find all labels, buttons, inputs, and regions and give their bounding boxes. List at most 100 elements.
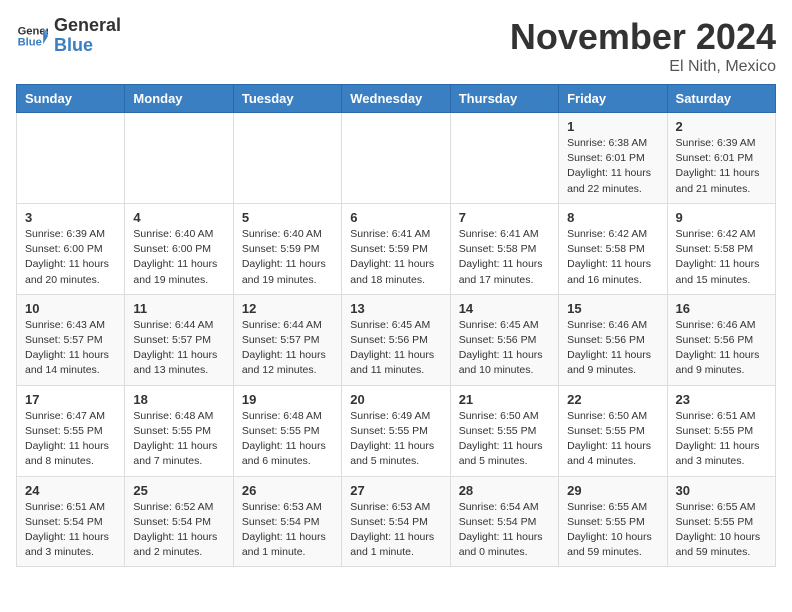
day-info-24: Sunrise: 6:51 AM Sunset: 5:54 PM Dayligh… [25,500,116,561]
empty-cell-w0-d2 [233,113,341,204]
day-info-2: Sunrise: 6:39 AM Sunset: 6:01 PM Dayligh… [676,136,767,197]
location-subtitle: El Nith, Mexico [510,58,776,76]
day-number-19: 19 [242,392,333,407]
day-info-26: Sunrise: 6:53 AM Sunset: 5:54 PM Dayligh… [242,500,333,561]
day-info-23: Sunrise: 6:51 AM Sunset: 5:55 PM Dayligh… [676,409,767,470]
day-info-19: Sunrise: 6:48 AM Sunset: 5:55 PM Dayligh… [242,409,333,470]
day-number-17: 17 [25,392,116,407]
week-row-3: 10 Sunrise: 6:43 AM Sunset: 5:57 PM Dayli… [17,294,776,385]
day-info-22: Sunrise: 6:50 AM Sunset: 5:55 PM Dayligh… [567,409,658,470]
day-number-2: 2 [676,119,767,134]
day-cell-4: 4 Sunrise: 6:40 AM Sunset: 6:00 PM Daylig… [125,203,233,294]
day-number-13: 13 [350,301,441,316]
header-friday: Friday [559,85,667,113]
day-info-16: Sunrise: 6:46 AM Sunset: 5:56 PM Dayligh… [676,318,767,379]
day-info-25: Sunrise: 6:52 AM Sunset: 5:54 PM Dayligh… [133,500,224,561]
week-row-5: 24 Sunrise: 6:51 AM Sunset: 5:54 PM Dayli… [17,476,776,567]
day-cell-2: 2 Sunrise: 6:39 AM Sunset: 6:01 PM Daylig… [667,113,775,204]
day-number-27: 27 [350,483,441,498]
day-info-10: Sunrise: 6:43 AM Sunset: 5:57 PM Dayligh… [25,318,116,379]
day-cell-20: 20 Sunrise: 6:49 AM Sunset: 5:55 PM Dayli… [342,385,450,476]
day-cell-26: 26 Sunrise: 6:53 AM Sunset: 5:54 PM Dayli… [233,476,341,567]
day-cell-28: 28 Sunrise: 6:54 AM Sunset: 5:54 PM Dayli… [450,476,558,567]
header-thursday: Thursday [450,85,558,113]
day-info-13: Sunrise: 6:45 AM Sunset: 5:56 PM Dayligh… [350,318,441,379]
day-number-6: 6 [350,210,441,225]
day-number-26: 26 [242,483,333,498]
day-cell-24: 24 Sunrise: 6:51 AM Sunset: 5:54 PM Dayli… [17,476,125,567]
day-info-5: Sunrise: 6:40 AM Sunset: 5:59 PM Dayligh… [242,227,333,288]
day-number-7: 7 [459,210,550,225]
day-number-24: 24 [25,483,116,498]
day-number-23: 23 [676,392,767,407]
day-number-18: 18 [133,392,224,407]
empty-cell-w0-d3 [342,113,450,204]
day-info-4: Sunrise: 6:40 AM Sunset: 6:00 PM Dayligh… [133,227,224,288]
title-block: November 2024 El Nith, Mexico [510,16,776,76]
day-info-20: Sunrise: 6:49 AM Sunset: 5:55 PM Dayligh… [350,409,441,470]
day-cell-14: 14Sunrise: 6:45 AM Sunset: 5:56 PM Dayli… [450,294,558,385]
day-info-28: Sunrise: 6:54 AM Sunset: 5:54 PM Dayligh… [459,500,550,561]
day-cell-1: 1 Sunrise: 6:38 AM Sunset: 6:01 PM Daylig… [559,113,667,204]
day-info-6: Sunrise: 6:41 AM Sunset: 5:59 PM Dayligh… [350,227,441,288]
day-cell-23: 23 Sunrise: 6:51 AM Sunset: 5:55 PM Dayli… [667,385,775,476]
day-cell-6: 6 Sunrise: 6:41 AM Sunset: 5:59 PM Daylig… [342,203,450,294]
day-cell-18: 18Sunrise: 6:48 AM Sunset: 5:55 PM Dayli… [125,385,233,476]
day-info-30: Sunrise: 6:55 AM Sunset: 5:55 PM Dayligh… [676,500,767,561]
day-number-8: 8 [567,210,658,225]
day-number-10: 10 [25,301,116,316]
week-row-2: 3 Sunrise: 6:39 AM Sunset: 6:00 PM Daylig… [17,203,776,294]
calendar-table: SundayMondayTuesdayWednesdayThursdayFrid… [16,84,776,567]
day-info-1: Sunrise: 6:38 AM Sunset: 6:01 PM Dayligh… [567,136,658,197]
day-number-5: 5 [242,210,333,225]
week-row-1: 1 Sunrise: 6:38 AM Sunset: 6:01 PM Daylig… [17,113,776,204]
day-number-1: 1 [567,119,658,134]
day-cell-10: 10 Sunrise: 6:43 AM Sunset: 5:57 PM Dayli… [17,294,125,385]
day-info-17: Sunrise: 6:47 AM Sunset: 5:55 PM Dayligh… [25,409,116,470]
day-cell-11: 11 Sunrise: 6:44 AM Sunset: 5:57 PM Dayli… [125,294,233,385]
day-cell-3: 3 Sunrise: 6:39 AM Sunset: 6:00 PM Daylig… [17,203,125,294]
day-info-8: Sunrise: 6:42 AM Sunset: 5:58 PM Dayligh… [567,227,658,288]
logo-blue-text: Blue [54,36,121,56]
day-number-25: 25 [133,483,224,498]
day-cell-25: 25 Sunrise: 6:52 AM Sunset: 5:54 PM Dayli… [125,476,233,567]
day-cell-27: 27 Sunrise: 6:53 AM Sunset: 5:54 PM Dayli… [342,476,450,567]
day-cell-5: 5 Sunrise: 6:40 AM Sunset: 5:59 PM Daylig… [233,203,341,294]
day-number-15: 15 [567,301,658,316]
day-info-9: Sunrise: 6:42 AM Sunset: 5:58 PM Dayligh… [676,227,767,288]
day-info-14: Sunrise: 6:45 AM Sunset: 5:56 PM Dayligh… [459,318,550,379]
day-number-30: 30 [676,483,767,498]
day-cell-29: 29Sunrise: 6:55 AM Sunset: 5:55 PM Dayli… [559,476,667,567]
day-number-29: 29 [567,483,658,498]
day-cell-13: 13 Sunrise: 6:45 AM Sunset: 5:56 PM Dayli… [342,294,450,385]
day-cell-15: 15 Sunrise: 6:46 AM Sunset: 5:56 PM Dayli… [559,294,667,385]
day-number-16: 16 [676,301,767,316]
header-sunday: Sunday [17,85,125,113]
day-number-11: 11 [133,301,224,316]
logo-general-text: General [54,16,121,36]
day-cell-30: 30 Sunrise: 6:55 AM Sunset: 5:55 PM Dayli… [667,476,775,567]
day-info-3: Sunrise: 6:39 AM Sunset: 6:00 PM Dayligh… [25,227,116,288]
header-monday: Monday [125,85,233,113]
week-row-4: 17 Sunrise: 6:47 AM Sunset: 5:55 PM Dayli… [17,385,776,476]
calendar-header-row: SundayMondayTuesdayWednesdayThursdayFrid… [17,85,776,113]
day-cell-8: 8 Sunrise: 6:42 AM Sunset: 5:58 PM Daylig… [559,203,667,294]
day-info-27: Sunrise: 6:53 AM Sunset: 5:54 PM Dayligh… [350,500,441,561]
logo-icon: General Blue [16,20,48,52]
day-number-12: 12 [242,301,333,316]
day-number-20: 20 [350,392,441,407]
day-info-11: Sunrise: 6:44 AM Sunset: 5:57 PM Dayligh… [133,318,224,379]
svg-text:Blue: Blue [18,36,42,48]
day-info-15: Sunrise: 6:46 AM Sunset: 5:56 PM Dayligh… [567,318,658,379]
header-wednesday: Wednesday [342,85,450,113]
day-cell-7: 7 Sunrise: 6:41 AM Sunset: 5:58 PM Daylig… [450,203,558,294]
day-cell-19: 19 Sunrise: 6:48 AM Sunset: 5:55 PM Dayli… [233,385,341,476]
day-number-3: 3 [25,210,116,225]
day-info-21: Sunrise: 6:50 AM Sunset: 5:55 PM Dayligh… [459,409,550,470]
day-number-4: 4 [133,210,224,225]
day-info-7: Sunrise: 6:41 AM Sunset: 5:58 PM Dayligh… [459,227,550,288]
page-header: General Blue General Blue November 2024 … [16,16,776,76]
day-number-28: 28 [459,483,550,498]
day-cell-17: 17 Sunrise: 6:47 AM Sunset: 5:55 PM Dayli… [17,385,125,476]
day-number-22: 22 [567,392,658,407]
